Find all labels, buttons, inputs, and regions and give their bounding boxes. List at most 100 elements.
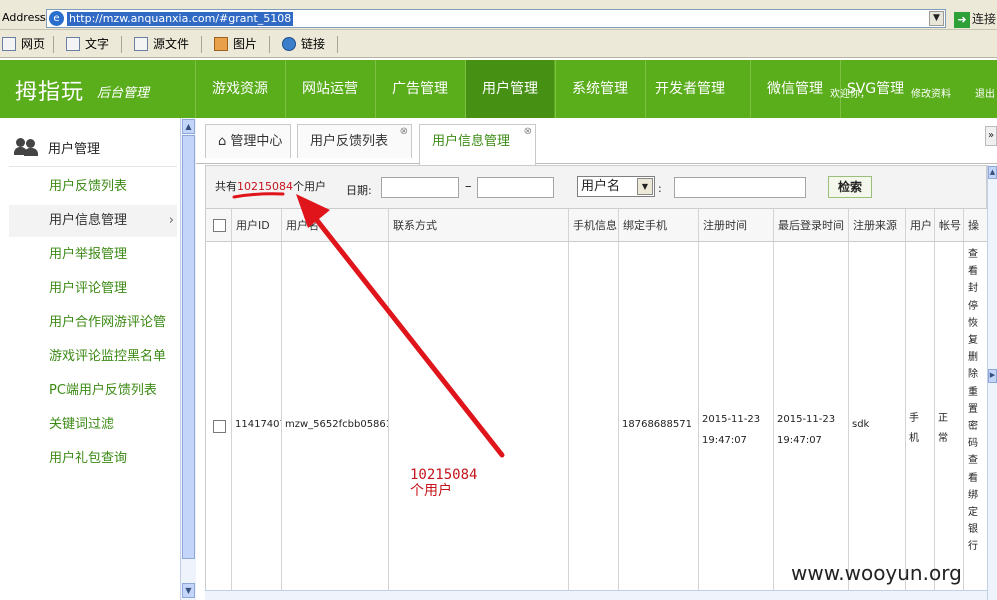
chevron-right-icon: › — [168, 213, 174, 228]
table-row: 11417407 mzw_5652fcbb05861 18768688571 2… — [206, 242, 988, 590]
tab-scroll-icon[interactable]: » — [985, 126, 997, 146]
sidebar-title: 用户管理 — [14, 138, 100, 157]
sidebar-item-gift-query[interactable]: 用户礼包查询 — [9, 443, 177, 475]
toolbar-divider — [337, 36, 338, 53]
document-icon — [66, 37, 80, 51]
tab-feedback-list[interactable]: 用户反馈列表 ⊗ — [297, 124, 412, 158]
date-start-input[interactable] — [381, 177, 459, 198]
nav-site-operations[interactable]: 网站运营 — [285, 60, 374, 118]
home-icon: ⌂ — [218, 134, 231, 149]
sidebar-item-user-info[interactable]: 用户信息管理 › — [9, 205, 177, 237]
col-user-type[interactable]: 用户 — [906, 209, 935, 241]
content-scrollbar[interactable]: ▲ ▶ — [987, 165, 997, 600]
address-bar: Address : e http://mzw.anquanxia.com/#gr… — [0, 0, 997, 30]
toolbar-divider — [269, 36, 270, 53]
toolbar-divider — [53, 36, 54, 53]
nav-wechat-management[interactable]: 微信管理 — [750, 60, 839, 118]
cell-username: mzw_5652fcbb05861 — [285, 419, 389, 430]
search-input[interactable] — [674, 177, 806, 198]
watermark: www.wooyun.org — [791, 561, 962, 585]
nav-system-management[interactable]: 系统管理 — [555, 60, 644, 118]
address-dropdown-icon[interactable]: ▼ — [929, 11, 944, 26]
sidebar-item-user-reports[interactable]: 用户举报管理 — [9, 239, 177, 271]
toolbar-source-button[interactable]: 源文件 — [134, 36, 189, 53]
logo: 拇指玩 — [15, 80, 85, 105]
date-label: 日期: — [346, 184, 372, 197]
user-table: 用户ID 用户名 联系方式 手机信息 绑定手机 注册时间 最后登录时间 注册来源… — [205, 209, 988, 590]
select-all-checkbox[interactable] — [213, 219, 226, 232]
scroll-down-icon[interactable]: ▼ — [182, 583, 195, 598]
scroll-up-icon[interactable]: ▲ — [988, 166, 997, 179]
users-icon — [14, 138, 38, 156]
scrollbar-thumb[interactable] — [182, 135, 195, 559]
toolbar-text-button[interactable]: 文字 — [66, 36, 109, 53]
col-user-id[interactable]: 用户ID — [232, 209, 282, 241]
col-phone-info[interactable]: 手机信息 — [569, 209, 619, 241]
nav-game-resources[interactable]: 游戏资源 — [195, 60, 284, 118]
tab-admin-center[interactable]: ⌂ 管理中心 — [205, 124, 291, 158]
welcome-text: 欢迎你， — [830, 89, 870, 100]
search-field-select[interactable]: 用户名 ▼ — [577, 176, 655, 197]
col-bound-phone[interactable]: 绑定手机 — [619, 209, 699, 241]
cell-account-status: 正常 — [938, 413, 948, 444]
toolbar-picture-button[interactable]: 图片 — [214, 36, 257, 53]
logout-link[interactable]: 退出 — [975, 85, 995, 100]
toolbar-links-button[interactable]: 链接 — [282, 36, 325, 53]
nav-user-management[interactable]: 用户管理 — [465, 60, 554, 118]
go-arrow-icon: ➜ — [954, 12, 970, 28]
row-checkbox[interactable] — [213, 420, 226, 433]
sidebar-item-pc-feedback[interactable]: PC端用户反馈列表 — [9, 375, 177, 407]
col-operations[interactable]: 操 — [964, 209, 988, 241]
scroll-up-icon[interactable]: ▲ — [182, 119, 195, 134]
address-input[interactable]: e http://mzw.anquanxia.com/#grant_5108 ▼ — [46, 9, 946, 28]
go-button[interactable]: ➜ 连接 — [954, 10, 997, 28]
total-users-text: 共有10215084个用户 — [215, 180, 326, 193]
sidebar-item-partner-game-comments[interactable]: 用户合作网游评论管 — [9, 307, 177, 339]
sidebar-divider — [9, 166, 177, 167]
cell-user-type: 手机 — [909, 413, 919, 444]
col-account[interactable]: 帐号 — [935, 209, 964, 241]
table-hscrollbar[interactable] — [205, 590, 987, 600]
nav-ad-management[interactable]: 广告管理 — [375, 60, 464, 118]
cell-user-id: 11417407 — [235, 419, 282, 430]
links-toolbar: 网页 文字 源文件 图片 链接 — [0, 30, 997, 58]
globe-link-icon — [282, 37, 296, 51]
col-contact[interactable]: 联系方式 — [389, 209, 569, 241]
cell-bound-phone: 18768688571 — [622, 419, 692, 430]
col-last-login[interactable]: 最后登录时间 — [774, 209, 849, 241]
sidebar-scrollbar[interactable]: ▲ ▼ — [180, 118, 196, 600]
close-icon[interactable]: ⊗ — [524, 115, 532, 149]
date-end-input[interactable] — [477, 177, 554, 198]
col-reg-source[interactable]: 注册来源 — [849, 209, 906, 241]
cell-operations[interactable]: 查看封停恢复删除重置密码查看绑定银行 — [968, 246, 980, 556]
sidebar-item-feedback-list[interactable]: 用户反馈列表 — [9, 171, 177, 203]
screenshot: { "browser": { "address_label": "Address… — [0, 0, 997, 600]
search-button[interactable]: 检索 — [828, 176, 872, 198]
ie-page-icon: e — [49, 11, 64, 26]
sidebar: 用户管理 用户反馈列表 用户信息管理 › 用户举报管理 用户评论管理 用户合作网游… — [0, 118, 180, 600]
filter-bar: 共有10215084个用户 日期: – 用户名 ▼ : 检索 — [205, 165, 987, 209]
date-separator: – — [465, 179, 472, 194]
sidebar-item-user-comments[interactable]: 用户评论管理 — [9, 273, 177, 305]
nav-developer-management[interactable]: 开发者管理 — [645, 60, 734, 118]
sidebar-item-keyword-filter[interactable]: 关键词过滤 — [9, 409, 177, 441]
col-username[interactable]: 用户名 — [282, 209, 389, 241]
toolbar-divider — [201, 36, 202, 53]
edit-profile-link[interactable]: 修改资料 — [911, 85, 951, 100]
app-header: 拇指玩 后台管理 游戏资源 网站运营 广告管理 用户管理 系统管理 开发者管理 … — [0, 60, 997, 118]
cell-last-login: 2015-11-23 19:47:07 — [777, 414, 836, 446]
toolbar-web-page-button[interactable]: 网页 — [2, 36, 45, 53]
scroll-mid-icon[interactable]: ▶ — [988, 369, 997, 383]
total-count: 10215084 — [237, 180, 293, 193]
table-header: 用户ID 用户名 联系方式 手机信息 绑定手机 注册时间 最后登录时间 注册来源… — [206, 209, 988, 242]
logo-subtitle: 后台管理 — [97, 86, 150, 101]
cell-reg-time: 2015-11-23 19:47:07 — [702, 414, 761, 446]
source-file-icon — [134, 37, 148, 51]
sidebar-item-comment-blacklist[interactable]: 游戏评论监控黑名单 — [9, 341, 177, 373]
chevron-down-icon: ▼ — [637, 178, 653, 195]
tab-bar: ⌂ 管理中心 用户反馈列表 ⊗ 用户信息管理 ⊗ — [196, 118, 997, 165]
close-icon[interactable]: ⊗ — [400, 115, 408, 149]
col-reg-time[interactable]: 注册时间 — [699, 209, 774, 241]
tab-user-info[interactable]: 用户信息管理 ⊗ — [419, 124, 536, 165]
address-url[interactable]: http://mzw.anquanxia.com/#grant_5108 — [67, 12, 294, 26]
